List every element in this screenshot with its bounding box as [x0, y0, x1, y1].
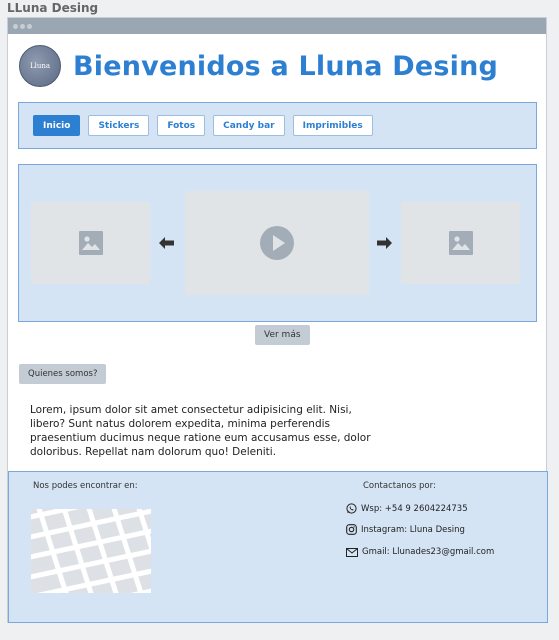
- location-map[interactable]: [31, 509, 151, 593]
- instagram-icon: [346, 524, 357, 535]
- map-graphic: [31, 509, 151, 593]
- site-logo[interactable]: Lluna: [19, 45, 61, 87]
- contact-instagram-text: Instagram: Lluna Desing: [361, 524, 465, 535]
- nav-item-imprimibles[interactable]: Imprimibles: [292, 115, 373, 136]
- logo-text: Lluna: [29, 62, 51, 70]
- about-us-button[interactable]: Quienes somos?: [19, 364, 107, 384]
- carousel-slide-next[interactable]: [401, 202, 520, 284]
- window-titlebar: [8, 18, 546, 34]
- page-title: Bienvenidos a Lluna Desing: [73, 50, 499, 82]
- whatsapp-icon: [346, 503, 357, 514]
- carousel-slide-current[interactable]: [185, 191, 369, 295]
- window-dot: [27, 23, 32, 29]
- image-icon: [78, 231, 103, 255]
- contact-instagram[interactable]: Instagram: Lluna Desing: [346, 524, 465, 535]
- carousel-next-arrow[interactable]: [376, 235, 392, 251]
- image-icon: [448, 231, 473, 255]
- nav-item-stickers[interactable]: Stickers: [88, 115, 150, 136]
- arrow-left-icon: [158, 237, 174, 249]
- nav-item-candy-bar[interactable]: Candy bar: [213, 115, 285, 136]
- play-icon[interactable]: [260, 226, 294, 260]
- carousel-prev-arrow[interactable]: [158, 235, 174, 251]
- see-more-button[interactable]: Ver más: [255, 325, 310, 345]
- contact-whatsapp-text: Wsp: +54 9 2604224735: [361, 503, 468, 514]
- mail-icon: [346, 547, 358, 557]
- nav-item-inicio[interactable]: Inicio: [33, 115, 81, 136]
- nav-item-fotos[interactable]: Fotos: [157, 115, 206, 136]
- main-nav: Inicio Stickers Fotos Candy bar Imprimib…: [18, 102, 537, 149]
- media-carousel: [18, 164, 537, 322]
- window-dot: [13, 23, 18, 29]
- site-header: Lluna Bienvenidos a Lluna Desing: [19, 45, 498, 87]
- contact-label: Contactanos por:: [363, 481, 436, 491]
- window-dot: [20, 23, 25, 29]
- contact-whatsapp[interactable]: Wsp: +54 9 2604224735: [346, 503, 468, 514]
- about-text: Lorem, ipsum dolor sit amet consectetur …: [30, 404, 371, 458]
- arrow-right-icon: [376, 237, 392, 249]
- contact-email[interactable]: Gmail: Llunades23@gmail.com: [346, 547, 494, 557]
- browser-window: Lluna Bienvenidos a Lluna Desing Inicio …: [7, 17, 548, 623]
- carousel-slide-prev[interactable]: [31, 202, 150, 284]
- contact-email-text: Gmail: Llunades23@gmail.com: [362, 547, 495, 557]
- find-us-label: Nos podes encontrar en:: [33, 481, 138, 491]
- site-footer: Nos podes encontrar en: Contactanos por:…: [8, 471, 548, 623]
- app-title: LLuna Desing: [7, 1, 99, 15]
